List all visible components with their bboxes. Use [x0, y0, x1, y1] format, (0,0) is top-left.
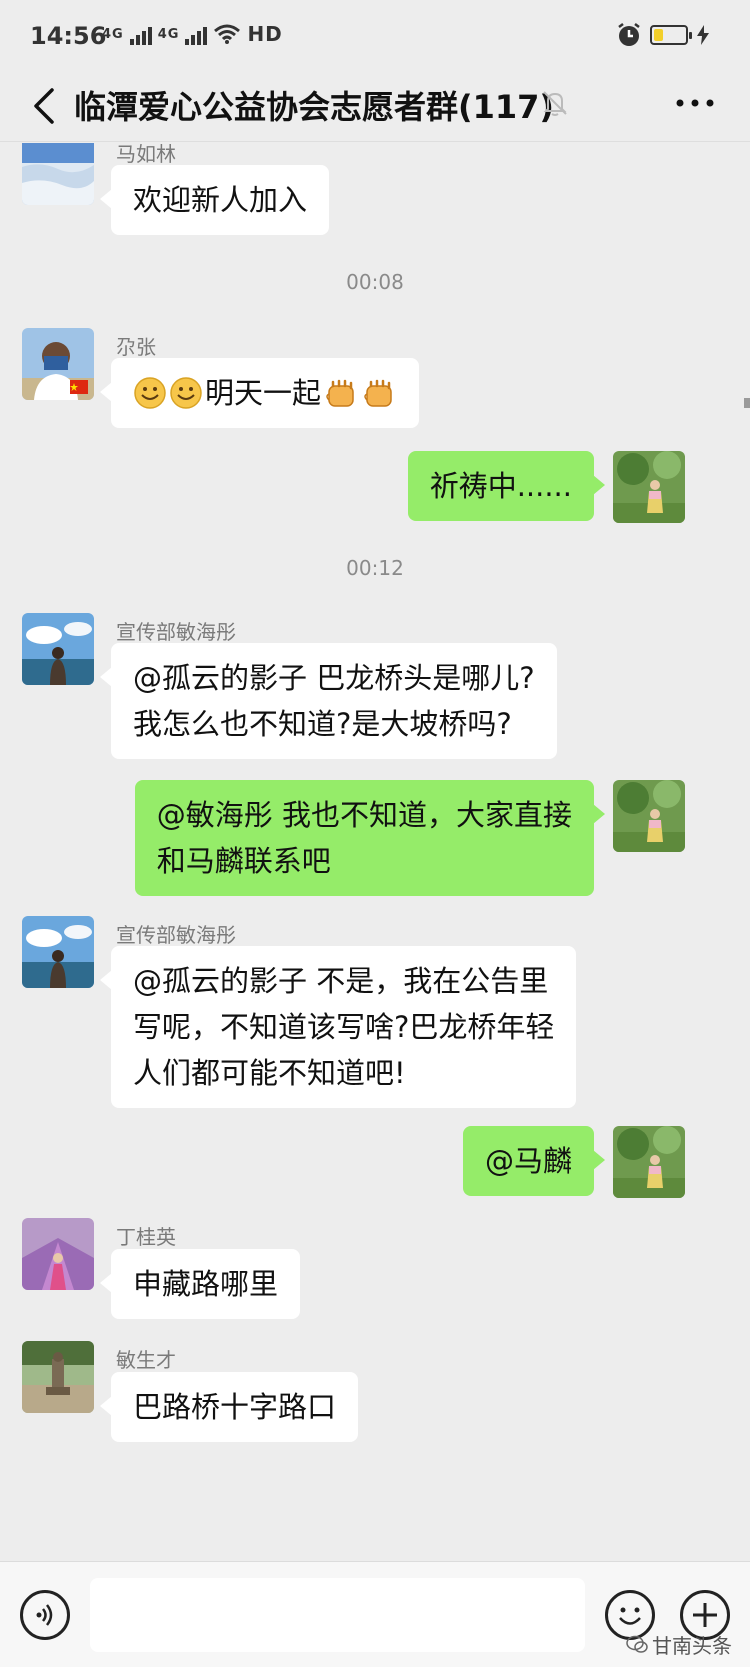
avatar[interactable]	[613, 780, 685, 852]
status-time: 14:56	[30, 22, 107, 50]
message-line: @孤云的影子 巴龙桥头是哪儿?	[133, 661, 535, 695]
signal-bars-icon	[129, 23, 152, 45]
message-bubble[interactable]: @孤云的影子 巴龙桥头是哪儿? 我怎么也不知道?是大坡桥吗?	[100, 643, 557, 759]
status-bar: 14:56 4G 4G HD	[0, 0, 750, 72]
sender-name: 丁桂英	[116, 1225, 176, 1249]
avatar[interactable]	[22, 1218, 94, 1290]
voice-icon	[36, 1604, 53, 1626]
message-line: 人们都可能不知道吧!	[133, 1056, 406, 1090]
status-right	[616, 22, 710, 48]
avatar[interactable]	[22, 143, 94, 205]
message-bubble[interactable]: 祈祷中......	[407, 451, 606, 521]
signal-bars-icon	[185, 23, 208, 45]
timestamp: 00:12	[346, 556, 404, 580]
smile-emoji-icon	[134, 377, 166, 409]
message-list[interactable]: 马如林 欢迎新人加入 00:08 尕张 明天一起 祈祷中...... 00:12…	[0, 143, 750, 1561]
back-arrow-icon[interactable]	[26, 86, 66, 126]
message-line: @孤云的影子 不是，我在公告里	[133, 964, 549, 998]
smile-emoji-icon	[170, 377, 202, 409]
message-line: 写呢，不知道该写啥?巴龙桥年轻	[133, 1010, 555, 1044]
charging-icon	[697, 25, 709, 45]
fist-emoji-icon	[326, 379, 354, 407]
watermark: 甘南头条	[626, 1630, 732, 1659]
sender-name: 宣传部敏海彤	[116, 620, 236, 644]
message-bubble[interactable]: 申藏路哪里	[99, 1249, 301, 1319]
mute-bell-icon	[543, 91, 567, 116]
chat-header: 临潭爱心公益协会志愿者群(117)	[0, 72, 750, 142]
avatar[interactable]	[613, 1126, 685, 1198]
message-bubble[interactable]: 明天一起	[99, 358, 420, 428]
avatar[interactable]	[22, 1341, 94, 1413]
sender-name: 马如林	[116, 143, 176, 166]
avatar[interactable]	[22, 916, 94, 988]
message-bubble[interactable]: @孤云的影子 不是，我在公告里 写呢，不知道该写啥?巴龙桥年轻 人们都可能不知道…	[99, 946, 577, 1108]
sender-name: 宣传部敏海彤	[116, 923, 236, 947]
avatar[interactable]	[22, 328, 94, 400]
network-type-2: 4G	[157, 26, 180, 42]
voice-button[interactable]	[20, 1590, 70, 1640]
sender-name: 尕张	[116, 335, 156, 359]
message-text: 明天一起	[205, 376, 322, 410]
message-input[interactable]	[90, 1578, 585, 1652]
message-bubble[interactable]: @马麟	[462, 1126, 606, 1196]
more-dots-icon[interactable]	[670, 88, 720, 118]
timestamp: 00:08	[346, 270, 404, 294]
alarm-clock-icon	[618, 23, 640, 46]
message-line: @敏海彤 我也不知道，大家直接	[156, 798, 572, 832]
fist-emoji-icon	[364, 379, 392, 407]
message-line: 和马麟联系吧	[156, 844, 331, 878]
message-bubble[interactable]: @敏海彤 我也不知道，大家直接 和马麟联系吧	[134, 780, 606, 896]
scroll-indicator	[744, 398, 750, 408]
message-bubble[interactable]: 巴路桥十字路口	[99, 1372, 359, 1442]
sender-name: 敏生才	[116, 1348, 176, 1372]
network-type-1: 4G	[102, 26, 124, 42]
wifi-icon	[214, 24, 241, 44]
signal-indicators: 4G 4G HD	[102, 22, 283, 46]
hd-badge: HD	[247, 22, 283, 46]
avatar[interactable]	[22, 613, 94, 685]
avatar[interactable]	[613, 451, 685, 523]
message-line: 我怎么也不知道?是大坡桥吗?	[133, 707, 512, 741]
wechat-logo-icon	[626, 1635, 648, 1653]
message-bubble[interactable]: 欢迎新人加入	[99, 165, 330, 235]
battery-icon	[650, 25, 692, 45]
watermark-text: 甘南头条	[652, 1634, 732, 1658]
chat-title: 临潭爱心公益协会志愿者群(117)	[74, 88, 555, 126]
